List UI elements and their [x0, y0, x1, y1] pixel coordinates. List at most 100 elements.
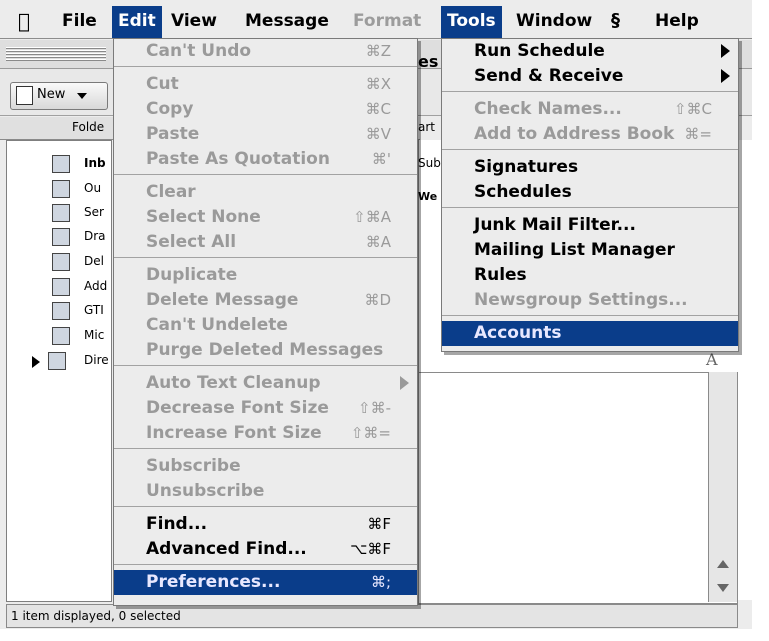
tools-item-check-names[interactable]: Check Names... ⇧⌘C	[442, 97, 738, 122]
edit-item-subscribe[interactable]: Subscribe	[114, 454, 417, 479]
menu-item-label: Add to Address Book	[474, 124, 675, 144]
menu-item-label: Duplicate	[146, 265, 238, 285]
submenu-arrow-icon	[400, 376, 409, 390]
edit-item-find[interactable]: Find... ⌘F	[114, 512, 417, 537]
folder-item[interactable]: Add	[84, 279, 107, 293]
edit-item-auto-text-cleanup[interactable]: Auto Text Cleanup	[114, 371, 417, 396]
edit-item-cut[interactable]: Cut ⌘X	[114, 72, 417, 97]
tools-item-mailing-list-manager[interactable]: Mailing List Manager	[442, 238, 738, 263]
menu-item-label: Paste As Quotation	[146, 149, 330, 169]
status-text: 1 item displayed, 0 selected	[11, 609, 181, 623]
tools-menu-title[interactable]: Tools	[441, 6, 502, 38]
folder-item[interactable]: Dire	[84, 353, 109, 367]
edit-item-can-t-undelete[interactable]: Can't Undelete	[114, 313, 417, 338]
edit-item-copy[interactable]: Copy ⌘C	[114, 97, 417, 122]
menu-separator	[114, 448, 417, 449]
edit-item-clear[interactable]: Clear	[114, 180, 417, 205]
folder-icon	[52, 278, 70, 296]
tools-item-signatures[interactable]: Signatures	[442, 155, 738, 180]
folder-item[interactable]: Del	[84, 254, 104, 268]
edit-menu-title[interactable]: Edit	[112, 6, 162, 38]
file-menu-title[interactable]: File	[62, 6, 97, 38]
menu-item-label: Send & Receive	[474, 66, 624, 86]
edit-item-select-none[interactable]: Select None ⇧⌘A	[114, 205, 417, 230]
edit-item-select-all[interactable]: Select All ⌘A	[114, 230, 417, 255]
menu-item-label: Auto Text Cleanup	[146, 373, 321, 393]
menu-item-label: Purge Deleted Messages	[146, 340, 384, 360]
format-menu-title[interactable]: Format	[353, 6, 421, 38]
folder-icon	[52, 155, 70, 173]
edit-item-increase-font-size[interactable]: Increase Font Size ⇧⌘=	[114, 421, 417, 446]
menu-separator	[114, 66, 417, 67]
font-size-a-icon[interactable]: A	[706, 350, 718, 369]
new-doc-icon	[16, 86, 33, 105]
menu-separator	[442, 149, 738, 150]
menu-item-label: Delete Message	[146, 290, 299, 310]
folder-icon	[52, 180, 70, 198]
preview-pane	[418, 372, 738, 604]
menu-item-label: Find...	[146, 514, 208, 534]
folder-item[interactable]: Inb	[84, 156, 106, 170]
submenu-arrow-icon	[721, 69, 730, 83]
tools-item-rules[interactable]: Rules	[442, 263, 738, 288]
folder-item[interactable]: Dra	[84, 229, 106, 243]
folder-item[interactable]: Ser	[84, 205, 104, 219]
menu-separator	[114, 365, 417, 366]
edit-item-duplicate[interactable]: Duplicate	[114, 263, 417, 288]
edit-item-unsubscribe[interactable]: Unsubscribe	[114, 479, 417, 504]
tools-item-add-to-address-book[interactable]: Add to Address Book ⌘=	[442, 122, 738, 147]
menu-item-label: Signatures	[474, 157, 579, 177]
menu-item-label: Rules	[474, 265, 527, 285]
tools-item-send-receive[interactable]: Send & Receive	[442, 64, 738, 89]
edit-item-paste[interactable]: Paste ⌘V	[114, 122, 417, 147]
menu-item-label: Schedules	[474, 182, 572, 202]
menu-item-shortcut: ⌘Z	[365, 42, 391, 60]
edit-menu: Can't Undo ⌘Z Cut ⌘X Copy ⌘C Paste ⌘V Paste As Q…	[113, 38, 418, 606]
message-menu-title[interactable]: Message	[245, 6, 329, 38]
tools-item-newsgroup-settings[interactable]: Newsgroup Settings...	[442, 288, 738, 313]
scroll-up-arrow-icon[interactable]	[717, 560, 729, 568]
menu-item-shortcut: ⌘=	[684, 125, 712, 143]
edit-item-decrease-font-size[interactable]: Decrease Font Size ⇧⌘-	[114, 396, 417, 421]
menu-item-label: Can't Undo	[146, 41, 252, 61]
edit-item-preferences[interactable]: Preferences... ⌘;	[114, 570, 417, 595]
menu-separator	[442, 207, 738, 208]
view-menu-title[interactable]: View	[171, 6, 217, 38]
edit-item-can-t-undo[interactable]: Can't Undo ⌘Z	[114, 39, 417, 64]
folder-icon	[52, 327, 70, 345]
apple-icon[interactable]: 	[18, 6, 30, 38]
help-menu-title[interactable]: Help	[655, 6, 699, 38]
new-button[interactable]: New	[10, 82, 108, 110]
menu-item-label: Run Schedule	[474, 41, 605, 61]
menu-separator	[114, 174, 417, 175]
tools-item-schedules[interactable]: Schedules	[442, 180, 738, 205]
menu-item-shortcut: ⌘;	[370, 573, 391, 591]
edit-item-purge-deleted-messages[interactable]: Purge Deleted Messages	[114, 338, 417, 363]
tools-item-junk-mail-filter[interactable]: Junk Mail Filter...	[442, 213, 738, 238]
scroll-down-arrow-icon[interactable]	[717, 584, 729, 592]
disclosure-triangle-icon[interactable]	[32, 356, 40, 368]
script-icon[interactable]: §	[611, 6, 620, 38]
menu-item-shortcut: ⌘C	[365, 100, 391, 118]
preview-scrollbar[interactable]	[708, 372, 737, 602]
folder-item[interactable]: Ou	[84, 181, 101, 195]
edit-item-delete-message[interactable]: Delete Message ⌘D	[114, 288, 417, 313]
partial-text-web: We	[418, 190, 438, 203]
folders-column-label: Folde	[72, 120, 105, 134]
partial-text-art: art	[418, 120, 435, 134]
folder-item[interactable]: GTI	[84, 303, 104, 317]
menu-item-label: Junk Mail Filter...	[474, 215, 636, 235]
menu-item-label: Paste	[146, 124, 200, 144]
edit-item-advanced-find[interactable]: Advanced Find... ⌥⌘F	[114, 537, 417, 562]
menu-item-shortcut: ⌘'	[371, 150, 391, 168]
tools-item-accounts[interactable]: Accounts	[442, 321, 738, 346]
tools-menu: Run Schedule Send & Receive Check Names...…	[441, 38, 739, 352]
edit-item-paste-as-quotation[interactable]: Paste As Quotation ⌘'	[114, 147, 417, 172]
window-menu-title[interactable]: Window	[516, 6, 592, 38]
menu-item-label: Subscribe	[146, 456, 241, 476]
folder-item[interactable]: Mic	[84, 328, 104, 342]
submenu-arrow-icon	[721, 44, 730, 58]
menu-item-shortcut: ⇧⌘A	[353, 208, 391, 226]
tools-item-run-schedule[interactable]: Run Schedule	[442, 39, 738, 64]
menu-item-shortcut: ⇧⌘-	[358, 399, 391, 417]
